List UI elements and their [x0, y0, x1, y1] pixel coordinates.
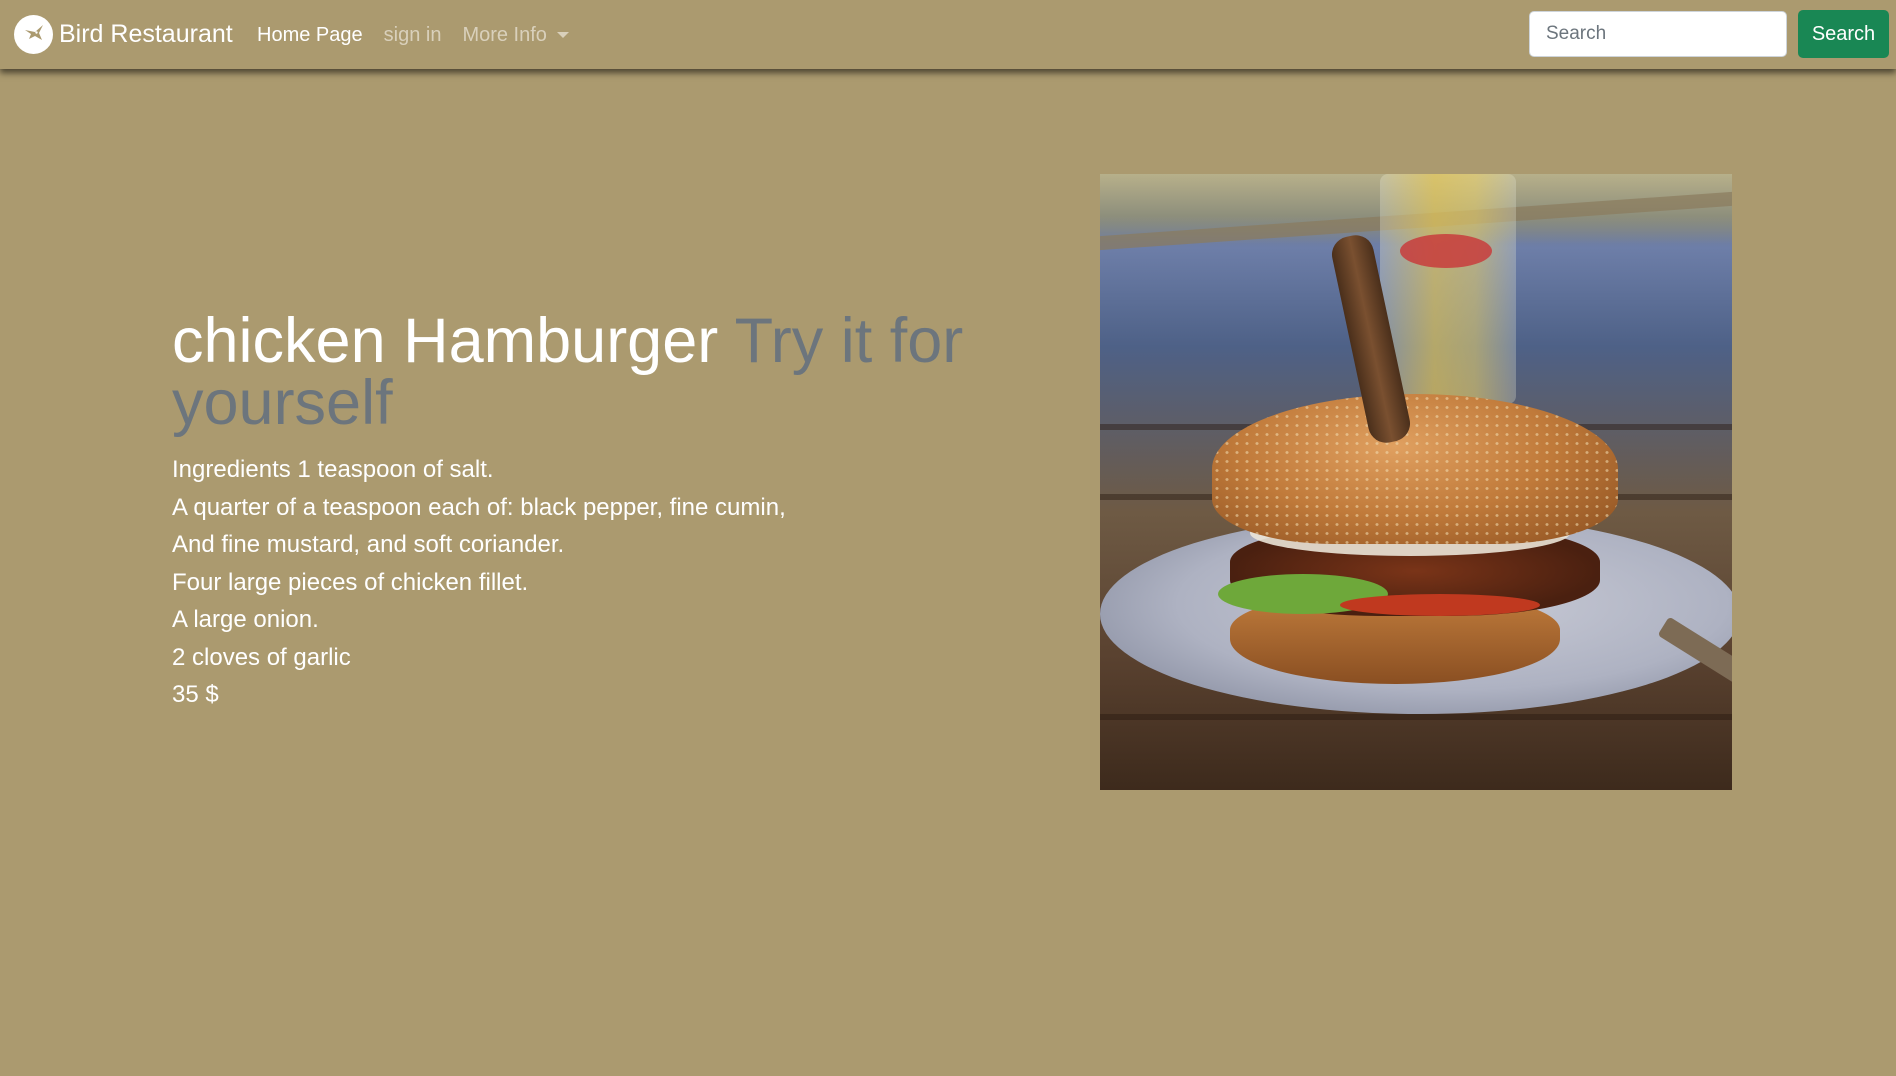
- brand-link[interactable]: Bird Restaurant: [14, 14, 233, 54]
- photo-tomato: [1340, 594, 1540, 616]
- ingredient-item: Four large pieces of chicken fillet.: [172, 568, 529, 596]
- brand-name: Bird Restaurant: [59, 19, 233, 48]
- dish-name: chicken Hamburger: [172, 306, 719, 376]
- caret-down-icon: [556, 32, 569, 38]
- search-button[interactable]: Search: [1798, 10, 1889, 58]
- nav-dropdown-more-info[interactable]: More Info: [462, 23, 569, 47]
- ingredient-item: And fine mustard, and soft coriander.: [172, 531, 565, 558]
- nav-link-home[interactable]: Home Page: [257, 24, 363, 47]
- dish-price: 35 $: [172, 681, 219, 708]
- ingredient-item: A quarter of a teaspoon each of: black p…: [172, 493, 786, 521]
- nav-links: Home Page sign in More Info: [257, 20, 590, 50]
- navbar: Bird Restaurant Home Page sign in More I…: [0, 0, 1896, 69]
- bird-icon: [14, 14, 53, 54]
- ingredient-item: 2 cloves of garlic: [172, 643, 351, 671]
- ingredient-item: A large onion.: [172, 606, 319, 633]
- nav-dropdown-label: More Info: [462, 23, 547, 46]
- hamburger-photo: [1100, 174, 1732, 790]
- photo-beer-glass: [1380, 174, 1516, 404]
- ingredients-list: Ingredients 1 teaspoon of salt. A quarte…: [172, 451, 932, 676]
- search-input[interactable]: [1529, 11, 1787, 57]
- photo-table-plank: [1100, 714, 1732, 720]
- nav-link-sign-in[interactable]: sign in: [384, 24, 442, 47]
- photo-glass-logo: [1400, 234, 1492, 268]
- ingredient-item: Ingredients 1 teaspoon of salt.: [172, 456, 494, 483]
- dish-title: chicken Hamburger Try it for yourself: [172, 310, 1002, 435]
- photo-sesame-seeds: [1212, 394, 1618, 544]
